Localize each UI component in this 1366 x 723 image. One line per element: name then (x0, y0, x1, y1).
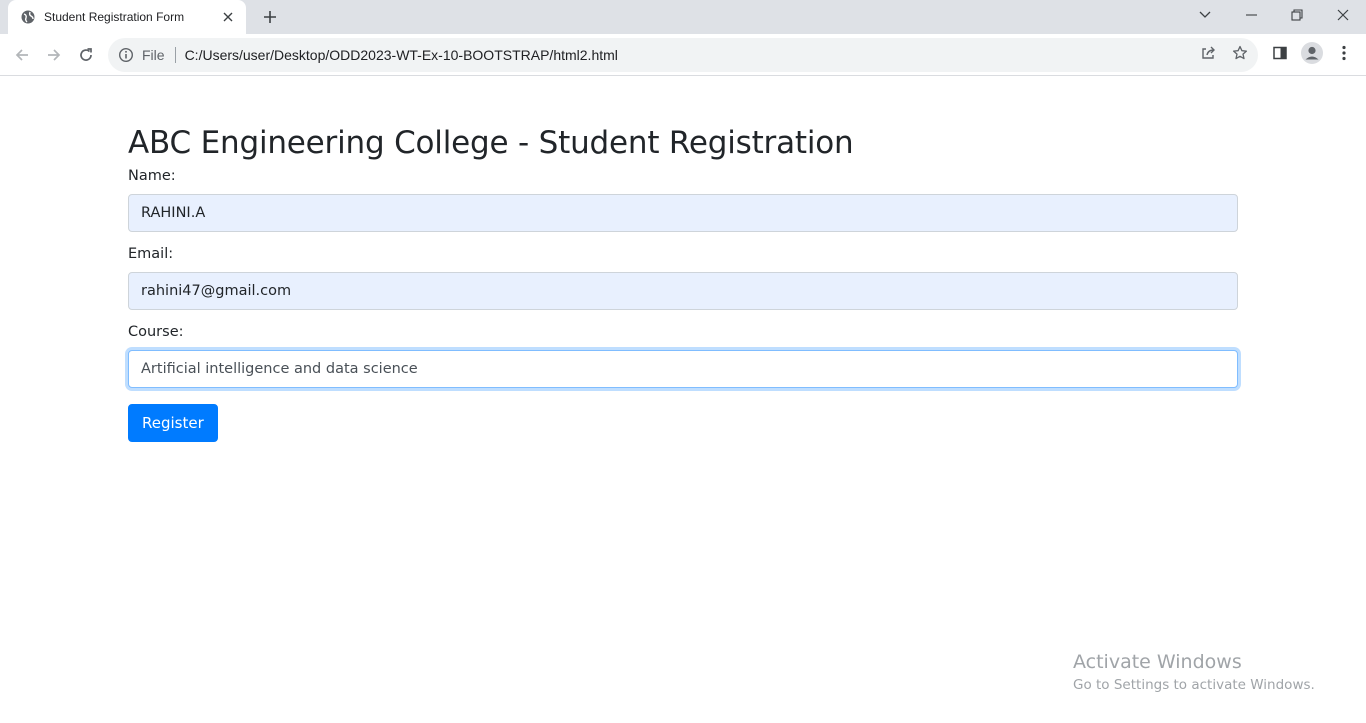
name-label: Name: (128, 168, 176, 185)
scheme-label: File (142, 47, 165, 63)
registration-container: ABC Engineering College - Student Regist… (128, 125, 1238, 443)
reload-icon[interactable] (70, 39, 102, 71)
page-viewport: ABC Engineering College - Student Regist… (0, 77, 1366, 723)
back-arrow-icon[interactable] (6, 39, 38, 71)
tab-title: Student Registration Form (44, 10, 185, 24)
browser-tab[interactable]: Student Registration Form (8, 0, 246, 34)
watermark-subtitle: Go to Settings to activate Windows. (1073, 677, 1315, 693)
restore-icon[interactable] (1274, 0, 1320, 30)
star-icon[interactable] (1226, 39, 1254, 67)
course-label: Course: (128, 324, 184, 341)
share-icon[interactable] (1194, 39, 1222, 67)
url-text[interactable]: C:/Users/user/Desktop/ODD2023-WT-Ex-10-B… (185, 47, 618, 63)
globe-icon (20, 9, 36, 25)
course-input[interactable] (128, 350, 1238, 389)
window-close-icon[interactable] (1320, 0, 1366, 30)
email-label: Email: (128, 246, 174, 263)
omnibox-divider (174, 47, 176, 63)
course-group: Course: (128, 324, 1238, 389)
browser-toolbar: File C:/Users/user/Desktop/ODD2023-WT-Ex… (0, 34, 1366, 76)
address-bar[interactable]: File C:/Users/user/Desktop/ODD2023-WT-Ex… (108, 38, 1258, 72)
page-title: ABC Engineering College - Student Regist… (128, 125, 854, 161)
watermark-title: Activate Windows (1073, 651, 1242, 673)
profile-avatar-icon[interactable] (1298, 39, 1326, 67)
minimize-icon[interactable] (1228, 0, 1274, 30)
forward-arrow-icon[interactable] (38, 39, 70, 71)
kebab-menu-icon[interactable] (1330, 39, 1358, 67)
browser-tabstrip: Student Registration Form (0, 0, 1366, 34)
close-icon[interactable] (220, 9, 236, 25)
chevron-down-icon[interactable] (1182, 0, 1228, 30)
name-group: Name: (128, 168, 1238, 233)
name-input[interactable] (128, 194, 1238, 233)
register-button[interactable]: Register (128, 404, 218, 443)
info-icon[interactable] (118, 47, 134, 63)
side-panel-icon[interactable] (1266, 39, 1294, 67)
plus-icon[interactable] (258, 5, 282, 29)
registration-form: Name: Email: Course: Register (128, 168, 1238, 443)
email-input[interactable] (128, 272, 1238, 311)
email-group: Email: (128, 246, 1238, 311)
activate-windows-watermark: Activate Windows Go to Settings to activ… (1073, 651, 1315, 693)
